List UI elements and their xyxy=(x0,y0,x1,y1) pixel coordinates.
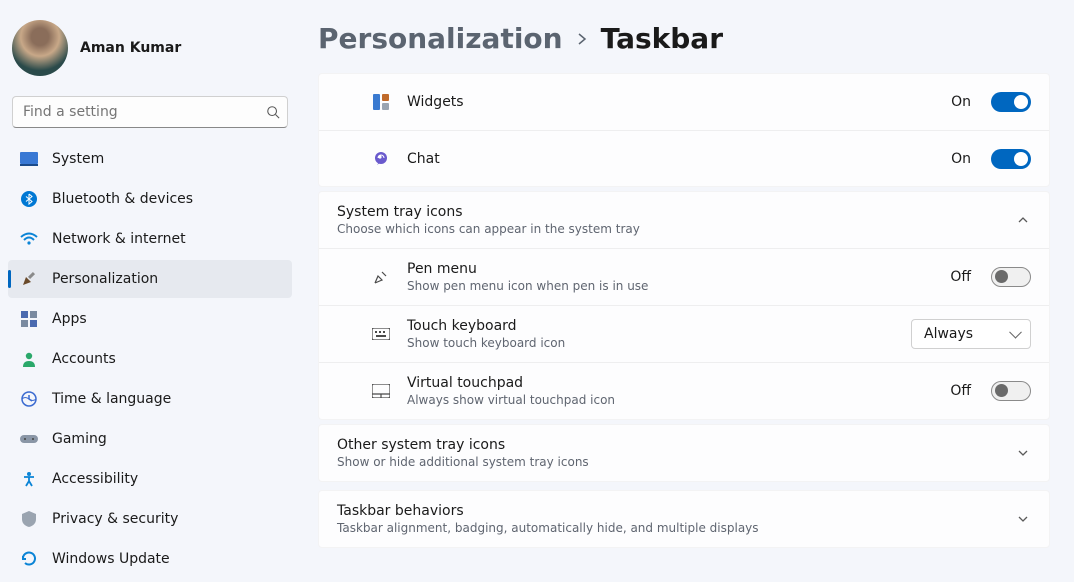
section-title: Taskbar behaviors xyxy=(337,503,999,519)
search-input[interactable] xyxy=(12,96,288,128)
chevron-up-icon xyxy=(1015,212,1031,228)
section-title: Other system tray icons xyxy=(337,437,999,453)
nav-label: Apps xyxy=(52,311,87,327)
sidebar: Aman Kumar System Bluetooth & devices Ne… xyxy=(0,0,300,582)
row-title: Virtual touchpad xyxy=(407,375,934,391)
taskbar-items-card: Widgets On Chat On xyxy=(318,73,1050,187)
chat-icon xyxy=(371,151,391,167)
privacy-icon xyxy=(20,510,38,528)
touchpad-icon xyxy=(371,384,391,398)
nav-label: Gaming xyxy=(52,431,107,447)
accessibility-icon xyxy=(20,470,38,488)
nav-label: Network & internet xyxy=(52,231,186,247)
toggle-state: Off xyxy=(950,383,971,399)
toggle-state: Off xyxy=(950,269,971,285)
nav-label: Windows Update xyxy=(52,551,170,567)
search-icon xyxy=(266,105,280,119)
widgets-toggle[interactable] xyxy=(991,92,1031,112)
breadcrumb-current: Taskbar xyxy=(601,22,723,55)
keyboard-icon xyxy=(371,328,391,340)
system-icon xyxy=(20,150,38,168)
search-box[interactable] xyxy=(12,96,288,128)
touch-keyboard-select[interactable]: Always xyxy=(911,319,1031,349)
row-touch-keyboard: Touch keyboard Show touch keyboard icon … xyxy=(319,305,1049,362)
nav-accessibility[interactable]: Accessibility xyxy=(8,460,292,498)
nav-privacy[interactable]: Privacy & security xyxy=(8,500,292,538)
nav-label: System xyxy=(52,151,104,167)
row-sub: Show touch keyboard icon xyxy=(407,336,895,350)
chevron-down-icon xyxy=(1015,511,1031,527)
toggle-state: On xyxy=(951,94,971,110)
chevron-right-icon xyxy=(577,32,587,46)
row-virtual-touchpad: Virtual touchpad Always show virtual tou… xyxy=(319,362,1049,419)
nav-accounts[interactable]: Accounts xyxy=(8,340,292,378)
chevron-down-icon xyxy=(1015,445,1031,461)
user-name: Aman Kumar xyxy=(80,40,181,56)
nav-time[interactable]: Time & language xyxy=(8,380,292,418)
wifi-icon xyxy=(20,230,38,248)
row-sub: Show pen menu icon when pen is in use xyxy=(407,279,934,293)
nav-network[interactable]: Network & internet xyxy=(8,220,292,258)
nav: System Bluetooth & devices Network & int… xyxy=(8,140,292,578)
row-title: Pen menu xyxy=(407,261,934,277)
accounts-icon xyxy=(20,350,38,368)
row-widgets: Widgets On xyxy=(319,74,1049,130)
pen-toggle[interactable] xyxy=(991,267,1031,287)
nav-update[interactable]: Windows Update xyxy=(8,540,292,578)
section-sub: Show or hide additional system tray icon… xyxy=(337,455,999,469)
system-tray-header[interactable]: System tray icons Choose which icons can… xyxy=(319,192,1049,248)
nav-gaming[interactable]: Gaming xyxy=(8,420,292,458)
nav-personalization[interactable]: Personalization xyxy=(8,260,292,298)
gaming-icon xyxy=(20,430,38,448)
avatar xyxy=(12,20,68,76)
nav-label: Bluetooth & devices xyxy=(52,191,193,207)
nav-label: Accounts xyxy=(52,351,116,367)
toggle-state: On xyxy=(951,151,971,167)
nav-bluetooth[interactable]: Bluetooth & devices xyxy=(8,180,292,218)
widgets-icon xyxy=(371,94,391,110)
apps-icon xyxy=(20,310,38,328)
nav-label: Accessibility xyxy=(52,471,138,487)
time-icon xyxy=(20,390,38,408)
row-title: Widgets xyxy=(407,94,935,110)
nav-label: Time & language xyxy=(52,391,171,407)
user-block[interactable]: Aman Kumar xyxy=(8,20,292,96)
taskbar-behaviors-card[interactable]: Taskbar behaviors Taskbar alignment, bad… xyxy=(318,490,1050,548)
personalization-icon xyxy=(20,270,38,288)
breadcrumb-parent[interactable]: Personalization xyxy=(318,22,563,55)
section-title: System tray icons xyxy=(337,204,999,220)
row-sub: Always show virtual touchpad icon xyxy=(407,393,934,407)
nav-label: Privacy & security xyxy=(52,511,178,527)
other-tray-card[interactable]: Other system tray icons Show or hide add… xyxy=(318,424,1050,482)
virtual-touchpad-toggle[interactable] xyxy=(991,381,1031,401)
nav-apps[interactable]: Apps xyxy=(8,300,292,338)
main: Personalization Taskbar Widgets On Chat … xyxy=(300,0,1074,582)
row-title: Chat xyxy=(407,151,935,167)
pen-icon xyxy=(371,268,391,286)
chat-toggle[interactable] xyxy=(991,149,1031,169)
nav-label: Personalization xyxy=(52,271,158,287)
update-icon xyxy=(20,550,38,568)
section-sub: Taskbar alignment, badging, automaticall… xyxy=(337,521,999,535)
system-tray-card: System tray icons Choose which icons can… xyxy=(318,191,1050,420)
nav-system[interactable]: System xyxy=(8,140,292,178)
row-pen-menu: Pen menu Show pen menu icon when pen is … xyxy=(319,248,1049,305)
row-chat: Chat On xyxy=(319,130,1049,186)
row-title: Touch keyboard xyxy=(407,318,895,334)
section-sub: Choose which icons can appear in the sys… xyxy=(337,222,999,236)
breadcrumb: Personalization Taskbar xyxy=(318,22,1050,55)
bluetooth-icon xyxy=(20,190,38,208)
